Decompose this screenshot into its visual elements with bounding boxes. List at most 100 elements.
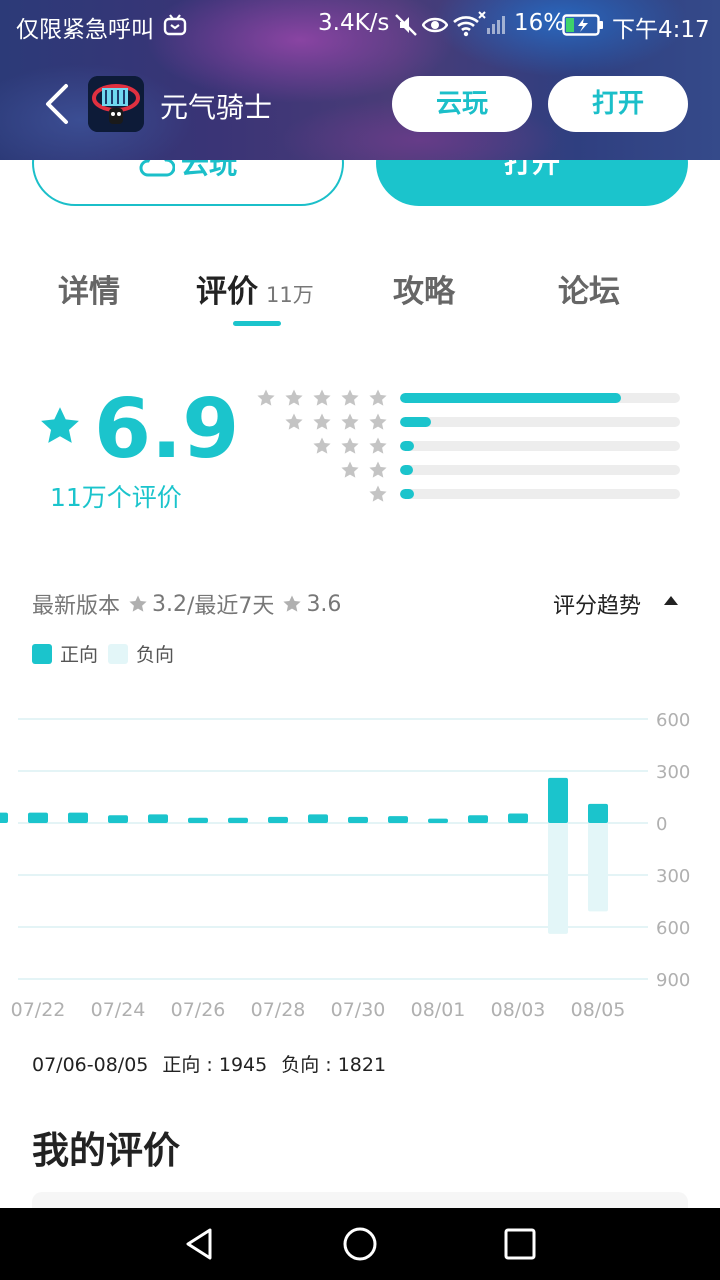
- rating-trend-toggle[interactable]: 评分趋势: [553, 588, 641, 620]
- chart-bar-positive: [388, 816, 408, 823]
- tab-forum[interactable]: 论坛: [558, 266, 620, 311]
- star-row-2: [340, 460, 388, 480]
- chart-bar-positive: [188, 817, 208, 823]
- back-triangle-icon[interactable]: [180, 1224, 220, 1264]
- mini-star-icon: [257, 389, 275, 406]
- rating-bar-1: [400, 489, 680, 499]
- chart-x-tick-label: 07/28: [251, 999, 306, 1021]
- chart-bar-positive: [268, 816, 288, 823]
- star-row-4: [284, 412, 388, 432]
- tab-guides[interactable]: 攻略: [393, 266, 455, 311]
- chart-bar-positive: [108, 815, 128, 823]
- review-summary-line: 07/06-08/05 正向 : 1945 负向 : 1821: [32, 1050, 400, 1077]
- chart-x-tick-label: 07/24: [91, 999, 146, 1021]
- chart-bar-positive: [548, 777, 568, 823]
- chart-bar-positive: [308, 814, 328, 823]
- mini-star-icon: [313, 413, 331, 430]
- chart-x-tick-label: 07/22: [11, 999, 66, 1021]
- recent-7-days-score: 3.6: [306, 591, 342, 617]
- active-tab-indicator: [233, 321, 281, 326]
- eye-icon: [422, 17, 448, 33]
- app-header: 仅限紧急呼叫 3.4K/s 16% 下午4:17 元气骑士 云玩 打开: [0, 0, 720, 160]
- chart-x-tick-label: 07/30: [331, 999, 386, 1021]
- chart-x-tick-label: 08/01: [411, 999, 466, 1021]
- chart-bar-positive: [468, 815, 488, 823]
- mini-star-icon: [341, 389, 359, 406]
- mute-icon: [395, 14, 417, 36]
- system-nav-bar: [0, 1208, 720, 1280]
- legend-positive: 正向: [32, 640, 98, 667]
- my-review-title: 我的评价: [32, 1129, 180, 1172]
- chart-bar-positive: [588, 803, 608, 823]
- star-row-5: [256, 388, 388, 408]
- home-circle-icon[interactable]: [340, 1224, 380, 1264]
- rating-bar-3: [400, 441, 680, 451]
- wifi-icon: [453, 11, 486, 37]
- chart-y-tick-label: 300: [656, 866, 690, 887]
- rating-bar-fill-3: [400, 441, 414, 451]
- chart-y-tick-label: 900: [656, 970, 690, 991]
- latest-version-label: 最新版本: [32, 594, 121, 619]
- status-bar: 仅限紧急呼叫 3.4K/s 16% 下午4:17: [0, 0, 720, 50]
- rating-star-icon: [41, 407, 79, 443]
- mini-star-icon: [285, 389, 303, 406]
- notification-app-icon: [163, 14, 187, 36]
- rating-score: 6.9: [94, 382, 240, 477]
- net-speed: 3.4K/s: [318, 10, 390, 36]
- chart-x-tick-label: 07/26: [171, 999, 226, 1021]
- rating-bar-fill-4: [400, 417, 431, 427]
- knight-game-icon: [88, 76, 144, 132]
- mini-star-icon: [369, 389, 387, 406]
- rating-bar-fill-5: [400, 393, 622, 403]
- chart-bar-negative: [548, 823, 568, 934]
- chart-bar-positive: [428, 818, 448, 823]
- mini-star-icon: [341, 437, 359, 454]
- chart-y-tick-label: 0: [656, 814, 667, 835]
- summary-negative: 负向 : 1821: [281, 1054, 387, 1076]
- chart-bar-positive: [68, 812, 88, 823]
- mini-star-icon: [369, 437, 387, 454]
- tab-reviews[interactable]: 评价 11万: [196, 266, 314, 311]
- battery-charging-icon: [562, 14, 603, 36]
- mini-star-icon: [313, 389, 331, 406]
- chart-bar-positive: [28, 812, 48, 823]
- back-arrow-icon[interactable]: [38, 82, 78, 126]
- chart-bar-positive: [0, 812, 8, 823]
- legend-negative: 负向: [108, 640, 174, 667]
- rating-bar-fill-1: [400, 489, 414, 499]
- header-cloud-play-button[interactable]: 云玩: [392, 76, 532, 132]
- mini-star-icon: [285, 413, 303, 430]
- summary-date-range: 07/06-08/05: [32, 1054, 149, 1076]
- legend-negative-label: 负向: [136, 644, 175, 666]
- mini-star-icon: [341, 461, 359, 478]
- app-icon: [88, 76, 144, 132]
- summary-positive: 正向 : 1945: [162, 1054, 268, 1076]
- mini-star-icon: [369, 413, 387, 430]
- header-open-button[interactable]: 打开: [548, 76, 688, 132]
- chart-y-tick-label: 600: [656, 710, 690, 731]
- legend-positive-label: 正向: [60, 644, 99, 666]
- recents-square-icon[interactable]: [500, 1224, 540, 1264]
- mini-star-icon: [313, 437, 331, 454]
- rating-bar-5: [400, 393, 680, 403]
- star-icon: [129, 595, 147, 612]
- chart-bar-positive: [508, 813, 528, 823]
- chart-bar-positive: [148, 814, 168, 823]
- tab-reviews-count: 11万: [266, 283, 314, 307]
- rating-bar-2: [400, 465, 680, 475]
- chart-bar-positive: [228, 817, 248, 823]
- tab-details[interactable]: 详情: [58, 266, 120, 311]
- chart-y-tick-label: 600: [656, 918, 690, 939]
- rating-bar-fill-2: [400, 465, 413, 475]
- chart-x-tick-label: 08/03: [491, 999, 546, 1021]
- star-row-1: [368, 484, 388, 504]
- rating-trend-chart: 600 300 0 300 600 900 07/22 07/24 07/26 07/28 07/3…: [0, 710, 690, 1021]
- star-row-3: [312, 436, 388, 456]
- latest-version-score: 3.2: [152, 591, 188, 617]
- app-title: 元气骑士: [160, 91, 273, 124]
- mini-star-icon: [369, 485, 387, 502]
- caret-up-icon[interactable]: [664, 596, 678, 605]
- mini-star-icon: [369, 461, 387, 478]
- recent-7-days-label: /最近7天: [187, 594, 275, 619]
- legend-positive-swatch: [32, 643, 52, 664]
